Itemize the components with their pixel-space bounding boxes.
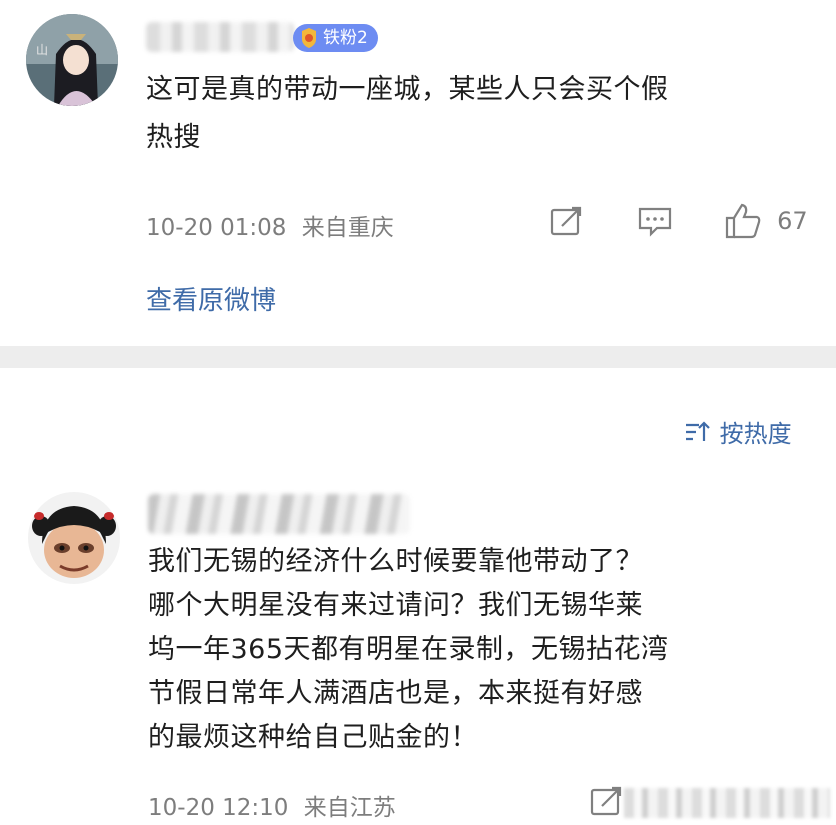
location: 来自江苏 [303,795,396,821]
watermark-redacted [624,788,830,818]
comment-text-line: 哪个大明星没有来过请问？我们无锡华莱 [148,590,643,621]
svg-text:山: 山 [36,43,48,57]
share-icon[interactable] [550,206,584,238]
comment-text-line: 这可是真的带动一座城，某些人只会买个假 [146,74,669,105]
comment-text-line: 的最烦这种给自己贴金的！ [148,722,478,753]
timestamp: 10-20 12:10 [148,795,289,821]
location: 来自重庆 [301,215,394,241]
sort-label: 按热度 [719,420,792,448]
like-button[interactable]: 67 [724,202,808,240]
comment-icon[interactable] [637,206,673,238]
fan-badge-icon [302,28,316,48]
avatar[interactable] [28,492,120,584]
comment-meta: 10-20 12:10 来自江苏 [148,788,396,822]
fan-badge-label: 铁粉2 [323,28,368,48]
comment-text: 这可是真的带动一座城，某些人只会买个假 热搜 [146,70,826,158]
sort-icon [686,420,710,441]
comment-text-line: 坞一年365天都有明星在录制，无锡拈花湾 [148,634,669,665]
avatar[interactable]: 山 [26,14,118,106]
section-divider [0,346,836,368]
username-redacted[interactable] [146,22,294,52]
username-redacted[interactable] [148,494,410,534]
comment-text-line: 热搜 [146,122,201,153]
share-icon[interactable] [590,786,624,818]
timestamp: 10-20 01:08 [146,215,287,241]
comment-text: 我们无锡的经济什么时候要靠他带动了？ 哪个大明星没有来过请问？我们无锡华莱 坞一… [148,540,828,760]
sort-button[interactable]: 按热度 [684,414,792,449]
like-count: 67 [777,207,808,235]
comment-text-line: 我们无锡的经济什么时候要靠他带动了？ [148,546,643,577]
view-original-link[interactable]: 查看原微博 [146,280,276,317]
like-icon [725,203,761,239]
comment-meta: 10-20 01:08 来自重庆 [146,208,394,242]
fan-badge: 铁粉2 [293,24,378,52]
comment-text-line: 节假日常年人满酒店也是，本来挺有好感 [148,678,643,709]
